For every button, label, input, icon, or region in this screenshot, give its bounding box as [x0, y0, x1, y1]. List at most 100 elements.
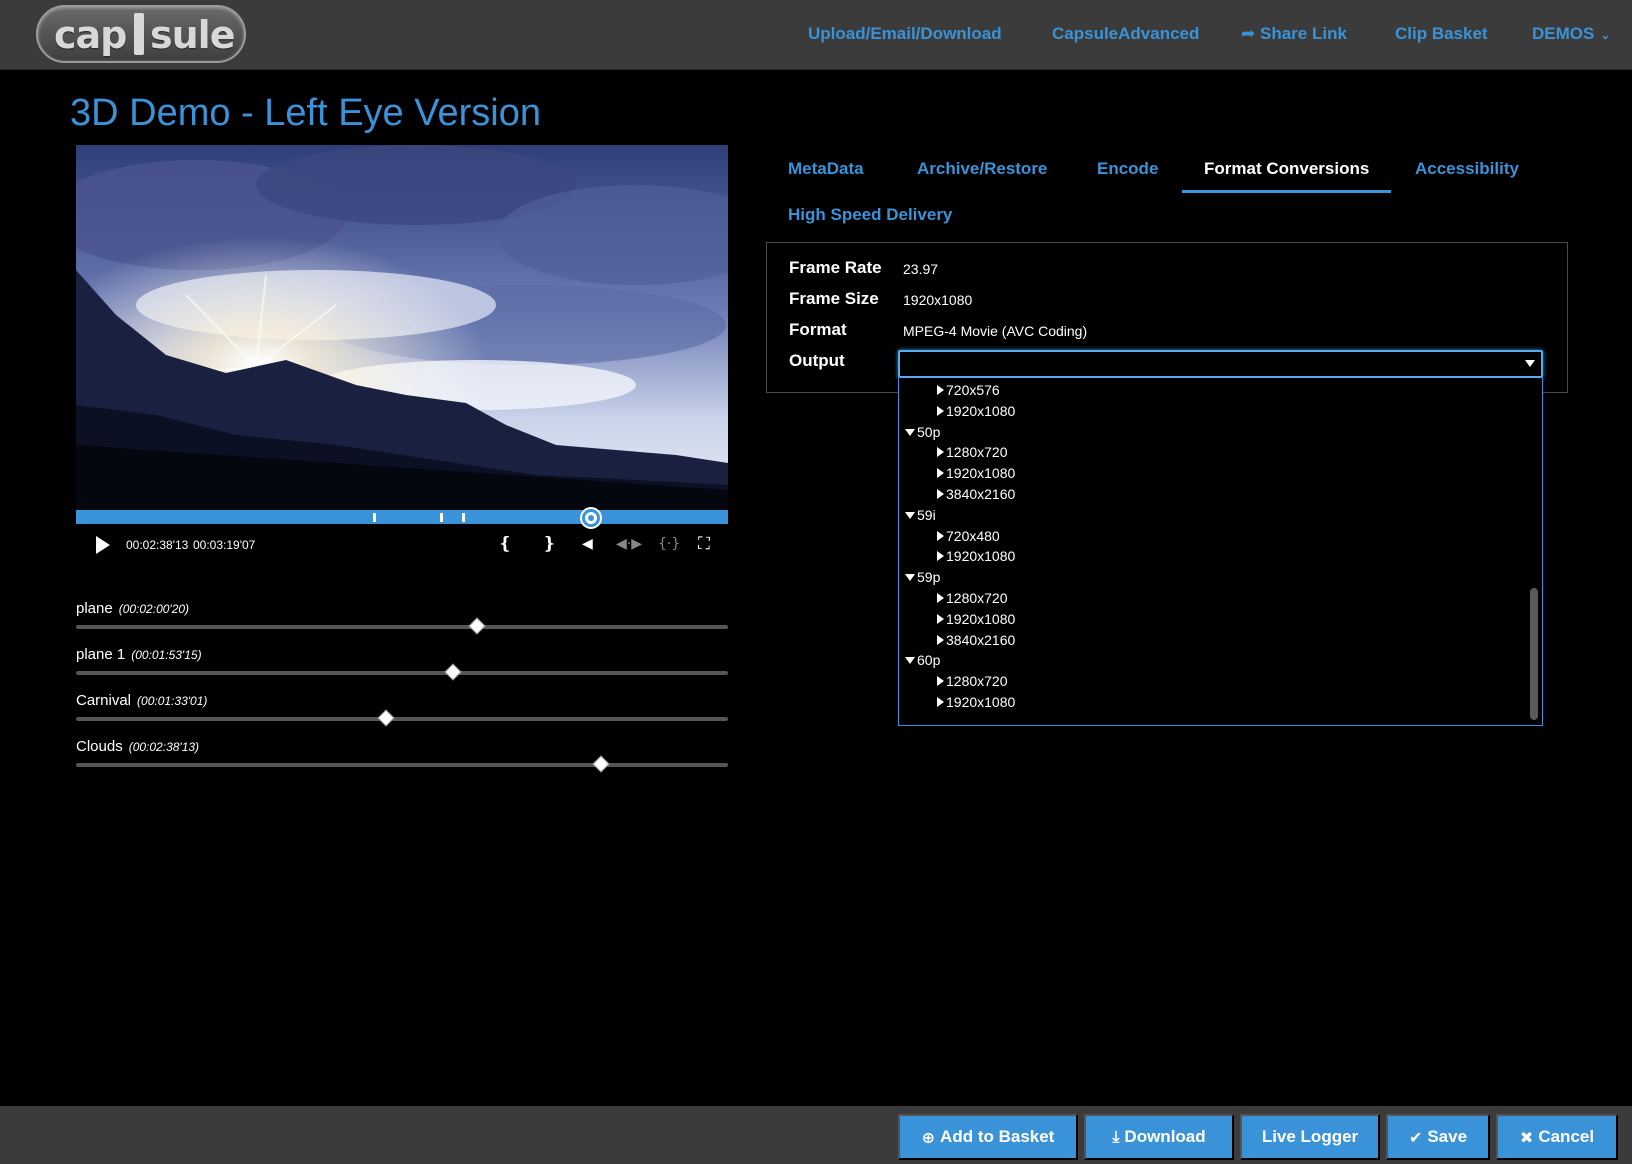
nav-share-link[interactable]: ➦ Share Link	[1241, 24, 1347, 44]
marker-time: (00:02:38'13)	[128, 740, 200, 754]
collapsed-triangle-icon	[937, 593, 944, 603]
tab-metadata[interactable]: MetaData	[788, 159, 864, 179]
marker-time: (00:02:00'20)	[118, 602, 190, 616]
marker-handle[interactable]	[468, 617, 486, 635]
tab-accessibility[interactable]: Accessibility	[1415, 159, 1519, 179]
collapsed-triangle-icon	[937, 405, 944, 416]
download-label: Download	[1124, 1127, 1206, 1146]
frame-size-label: Frame Size	[789, 289, 879, 308]
marker-name: Carnival	[76, 692, 132, 709]
option-label: 1280x720	[946, 673, 1008, 690]
mark-in-icon[interactable]: ❴	[498, 534, 512, 554]
marker-label: plane (00:02:00'20)	[76, 600, 189, 617]
output-group-header[interactable]: 60p	[905, 652, 940, 668]
output-option[interactable]: 720x576	[937, 382, 1000, 398]
expanded-triangle-icon	[905, 511, 915, 519]
output-option[interactable]: 3840x2160	[937, 486, 1015, 502]
marker-handle[interactable]	[444, 663, 462, 681]
add-to-basket-button[interactable]: ⊕ Add to Basket	[898, 1114, 1078, 1160]
output-group-header[interactable]: 59i	[905, 507, 936, 523]
output-select[interactable]	[898, 350, 1543, 378]
video-scrub-bar[interactable]	[76, 509, 728, 527]
download-icon: ⤓	[1112, 1127, 1120, 1146]
frame-rate-value: 23.97	[903, 261, 939, 277]
output-option[interactable]: 1920x1080	[937, 403, 1015, 419]
clip-range-icon[interactable]: {·}	[658, 536, 680, 552]
option-label: 1280x720	[946, 590, 1008, 606]
playhead-handle[interactable]	[582, 509, 601, 527]
video-frame[interactable]	[76, 145, 728, 510]
marker-handle[interactable]	[377, 709, 395, 727]
output-option[interactable]: 1280x720	[937, 590, 1008, 606]
logo-text-right: sule	[150, 13, 235, 57]
frame-size-value: 1920x1080	[903, 292, 973, 308]
nav-clip-basket[interactable]: Clip Basket	[1395, 24, 1488, 44]
output-options-list[interactable]: 720x576 1920x1080 50p 1280x720 1920x1080 3840…	[898, 378, 1543, 726]
marker-name: Clouds	[76, 738, 123, 755]
tab-high-speed-delivery[interactable]: High Speed Delivery	[788, 205, 952, 225]
tab-archive-restore[interactable]: Archive/Restore	[917, 159, 1047, 179]
option-label: 720x576	[946, 382, 1000, 398]
fullscreen-icon[interactable]: ⛶	[698, 534, 710, 554]
nav-upload-email-download[interactable]: Upload/Email/Download	[808, 24, 1002, 44]
duration-timecode: 00:03:19'07	[193, 538, 256, 552]
output-group-header[interactable]: 50p	[905, 424, 940, 440]
active-tab-indicator	[1182, 190, 1391, 193]
plus-circle-icon: ⊕	[921, 1127, 936, 1147]
play-icon[interactable]	[96, 536, 110, 554]
option-label: 1920x1080	[946, 548, 1016, 565]
live-logger-label: Live Logger	[1261, 1127, 1359, 1146]
marker-name: plane 1	[76, 646, 126, 663]
top-nav-bar: cap sule Upload/Email/Download CapsuleAd…	[0, 0, 1632, 70]
collapsed-triangle-icon	[937, 489, 944, 499]
output-option[interactable]: 720x480	[937, 528, 1000, 544]
format-value: MPEG-4 Movie (AVC Coding)	[903, 323, 1088, 339]
output-option[interactable]: 1280x720	[937, 673, 1008, 689]
option-label: 50p	[917, 423, 941, 440]
marker-track[interactable]	[76, 717, 728, 721]
mark-out-icon[interactable]: ❵	[542, 534, 556, 554]
video-thumbnail-landscape	[76, 145, 728, 510]
capsule-logo[interactable]: cap sule	[36, 5, 246, 63]
trim-icon[interactable]: ◀·▶	[616, 536, 642, 552]
marker-handle[interactable]	[592, 755, 610, 773]
option-label: 1920x1080	[946, 610, 1016, 627]
tab-format-conversions[interactable]: Format Conversions	[1204, 159, 1369, 179]
option-label: 1920x1080	[946, 694, 1016, 710]
dropdown-scrollbar[interactable]	[1530, 588, 1538, 720]
close-icon: ✖	[1519, 1127, 1534, 1147]
collapsed-triangle-icon	[937, 634, 944, 645]
frame-rate-label: Frame Rate	[789, 258, 882, 277]
output-group-header[interactable]: 59p	[905, 569, 940, 585]
marker-time: (00:01:53'15)	[131, 648, 202, 662]
output-option[interactable]: 1920x1080	[937, 694, 1015, 710]
nav-capsule-advanced[interactable]: CapsuleAdvanced	[1052, 24, 1199, 44]
marker-label: Carnival (00:01:33'01)	[76, 692, 207, 709]
marker-track[interactable]	[76, 763, 728, 767]
format-label: Format	[789, 320, 847, 339]
add-to-basket-label: Add to Basket	[940, 1127, 1055, 1146]
marker-row: Carnival (00:01:33'01)	[76, 692, 728, 732]
option-label: 3840x2160	[946, 631, 1016, 648]
output-option[interactable]: 1920x1080	[937, 548, 1015, 564]
marker-track[interactable]	[76, 671, 728, 675]
add-marker-icon[interactable]: ◀	[582, 536, 593, 552]
live-logger-button[interactable]: Live Logger	[1240, 1114, 1380, 1160]
output-option[interactable]: 1280x720	[937, 444, 1008, 460]
output-option[interactable]: 1920x1080	[937, 611, 1015, 627]
save-label: Save	[1427, 1127, 1468, 1146]
marker-track[interactable]	[76, 625, 728, 629]
download-button[interactable]: ⤓ Download	[1084, 1114, 1234, 1160]
nav-demos-dropdown[interactable]: DEMOS ⌄	[1532, 24, 1610, 44]
current-timecode: 00:02:38'13	[126, 538, 189, 552]
save-button[interactable]: ✔ Save	[1386, 1114, 1490, 1160]
collapsed-triangle-icon	[937, 468, 944, 479]
player-controls: 00:02:38'13 00:03:19'07 ❴ ❵ ◀ ◀·▶ {·} ⛶	[76, 532, 728, 562]
option-label: 720x480	[946, 527, 1000, 544]
marker-label: Clouds (00:02:38'13)	[76, 738, 199, 755]
output-label: Output	[789, 351, 845, 370]
tab-encode[interactable]: Encode	[1097, 159, 1158, 179]
output-option[interactable]: 3840x2160	[937, 632, 1015, 648]
cancel-button[interactable]: ✖ Cancel	[1496, 1114, 1618, 1160]
output-option[interactable]: 1920x1080	[937, 465, 1015, 481]
